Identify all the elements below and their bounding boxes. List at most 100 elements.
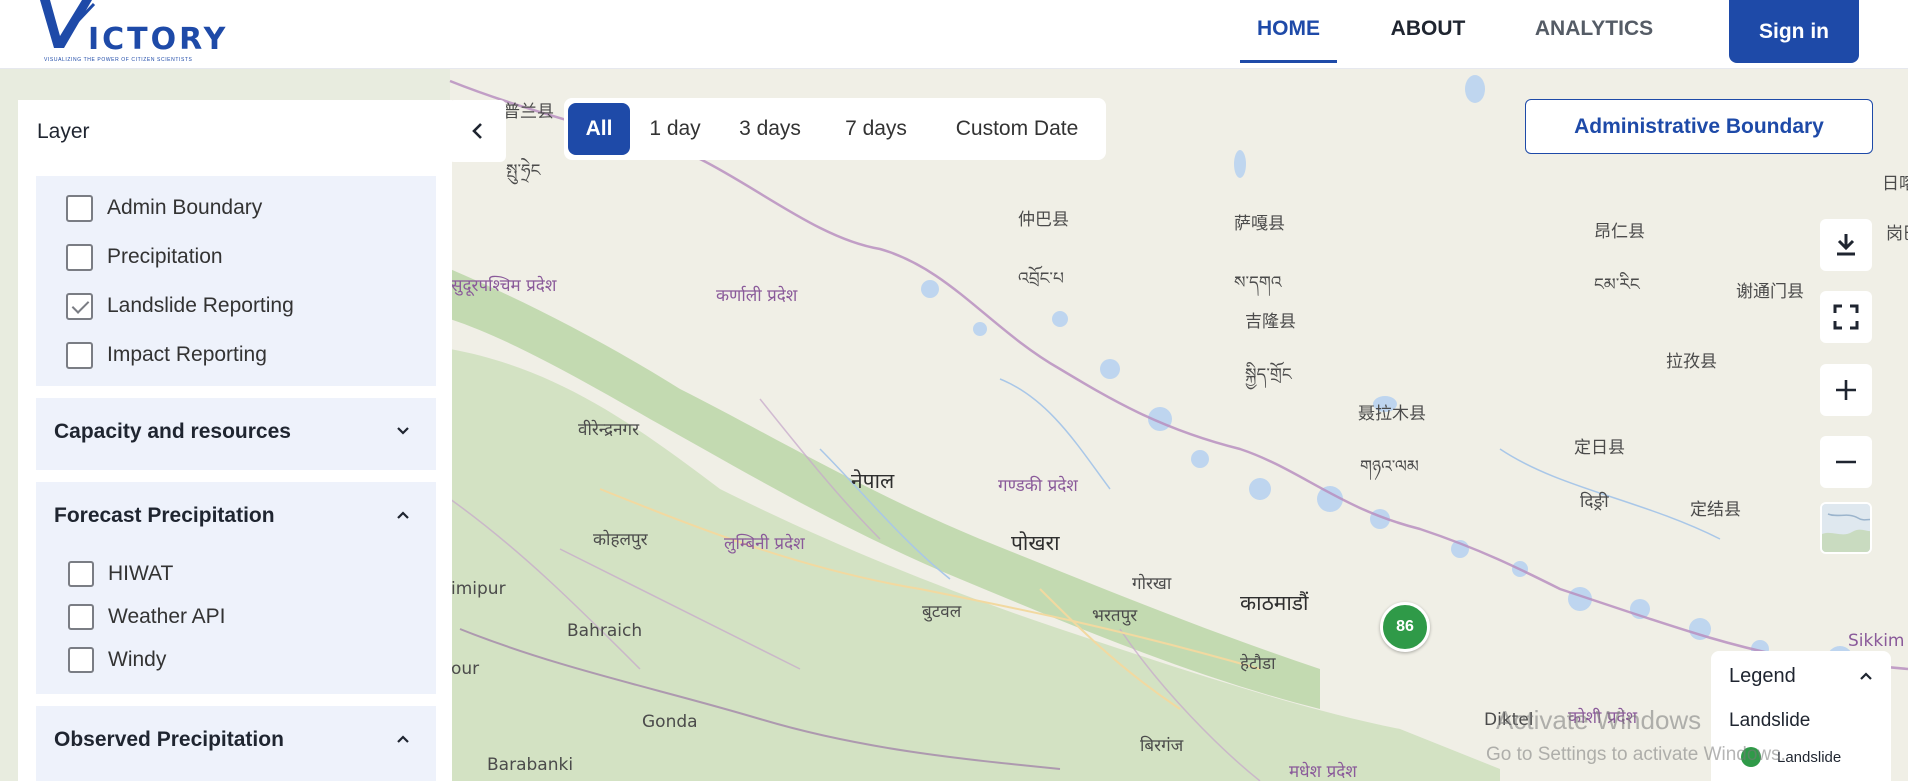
checkbox[interactable] <box>66 194 93 222</box>
place-label: 普兰县 <box>503 102 554 122</box>
filter-3-days[interactable]: 3 days <box>730 103 810 155</box>
basemap-switcher[interactable] <box>1820 502 1872 554</box>
place-label: 谢通门县 <box>1736 282 1804 302</box>
panel-title: Layer <box>37 120 90 143</box>
place-label: कर्णाली प्रदेश <box>716 286 798 306</box>
place-label: 定日县 <box>1574 438 1625 458</box>
chevron-up-icon[interactable] <box>1859 669 1873 683</box>
legend-title: Legend <box>1729 665 1796 687</box>
filter-custom-date[interactable]: Custom Date <box>942 103 1092 155</box>
place-label: འབྲོང་པ <box>1018 269 1064 289</box>
layer-admin-boundary[interactable]: Admin Boundary <box>66 192 262 224</box>
nav-home-label: HOME <box>1257 17 1320 40</box>
layer-landslide-reporting[interactable]: Landslide Reporting <box>66 290 294 322</box>
plus-icon <box>1836 380 1856 400</box>
checkbox[interactable] <box>66 243 93 271</box>
place-label: भरतपुर <box>1092 606 1138 626</box>
forecast-windy[interactable]: Windy <box>68 644 166 676</box>
place-label: 萨嘎县 <box>1234 214 1285 234</box>
sign-in-button[interactable]: Sign in <box>1729 0 1859 63</box>
victory-logo[interactable]: ICTORY VISUALIZING THE POWER OF CITIZEN … <box>38 0 228 66</box>
place-label: काठमाडौं <box>1240 591 1309 615</box>
place-label: वीरेन्द्रनगर <box>578 420 640 440</box>
forecast-hiwat[interactable]: HIWAT <box>68 558 173 590</box>
forecast-label: HIWAT <box>108 562 174 585</box>
logo-wordmark: ICTORY <box>88 22 229 57</box>
app-root: 普兰县 སྤུ་ཧྲེང 仲巴县 འབྲོང་པ 萨嘎县 ས་དགའ 吉隆县 ས… <box>0 0 1908 781</box>
place-label: Gonda <box>642 712 698 732</box>
forecast-label: Windy <box>108 648 167 671</box>
place-label: 拉孜县 <box>1666 352 1717 372</box>
checkbox-checked[interactable] <box>66 292 93 320</box>
legend-subtitle: Landslide <box>1729 710 1811 731</box>
place-label: སྤུ་ཧྲེང <box>506 161 541 181</box>
checkbox[interactable] <box>68 604 94 630</box>
place-label: 日喀 <box>1882 174 1908 194</box>
place-label: 吉隆县 <box>1245 312 1296 332</box>
place-label: གཉའ་ལམ <box>1360 457 1419 477</box>
zoom-in-button[interactable] <box>1820 364 1872 416</box>
section-title: Capacity and resources <box>54 420 291 443</box>
download-icon <box>1837 234 1855 256</box>
logo-tagline: VISUALIZING THE POWER OF CITIZEN SCIENTI… <box>44 57 193 63</box>
section-title: Observed Precipitation <box>54 728 284 751</box>
nav-analytics[interactable]: ANALYTICS <box>1530 17 1658 63</box>
place-label: लुम्बिनी प्रदेश <box>724 534 805 554</box>
layer-impact-reporting[interactable]: Impact Reporting <box>66 339 267 371</box>
fullscreen-icon <box>1833 304 1859 330</box>
place-label: imipur <box>451 579 506 599</box>
minus-icon <box>1836 460 1856 464</box>
place-label: कोहलपुर <box>593 530 648 550</box>
chevron-up-icon <box>397 735 409 743</box>
place-label: ངམ་རིང <box>1594 275 1640 295</box>
activate-windows-hint: Go to Settings to activate Windows. <box>1486 744 1786 765</box>
layer-panel: Layer Admin Boundary Precipitation Lands… <box>18 100 452 781</box>
place-label: Sikkim <box>1848 631 1905 651</box>
place-label: Barabanki <box>487 755 574 775</box>
collapse-panel-button[interactable] <box>448 100 506 162</box>
filter-all[interactable]: All <box>568 103 630 155</box>
top-header: ICTORY VISUALIZING THE POWER OF CITIZEN … <box>0 0 1908 69</box>
chevron-up-icon <box>397 511 409 519</box>
nav-analytics-label: ANALYTICS <box>1534 17 1654 40</box>
place-label: 定结县 <box>1690 500 1741 520</box>
zoom-out-button[interactable] <box>1820 436 1872 488</box>
administrative-boundary-button[interactable]: Administrative Boundary <box>1525 99 1873 154</box>
section-capacity-resources[interactable]: Capacity and resources <box>36 398 436 470</box>
chevron-down-icon <box>397 427 409 435</box>
landslide-cluster-marker[interactable]: 86 <box>1380 602 1430 652</box>
checkbox[interactable] <box>66 341 93 369</box>
layer-precipitation[interactable]: Precipitation <box>66 241 223 273</box>
section-forecast-precipitation[interactable]: Forecast Precipitation HIWAT Weather API… <box>36 482 436 694</box>
place-label: सुदूरपश्चिम प्रदेश <box>451 276 557 296</box>
basemap-thumbnail-icon <box>1822 504 1870 552</box>
layer-label: Impact Reporting <box>107 343 267 366</box>
download-button[interactable] <box>1820 219 1872 271</box>
nav-home[interactable]: HOME <box>1240 17 1337 63</box>
place-label: गण्डकी प्रदेश <box>998 476 1078 496</box>
nav-about-label: ABOUT <box>1390 17 1466 40</box>
place-label: སྐྱིད་གྲོང <box>1245 365 1292 385</box>
place-label: ས་དགའ <box>1234 273 1282 293</box>
fullscreen-button[interactable] <box>1820 291 1872 343</box>
checkbox[interactable] <box>68 647 94 673</box>
legend-item-label: Landslide <box>1777 749 1842 766</box>
date-filter-bar: All 1 day 3 days 7 days Custom Date <box>564 98 1106 160</box>
place-label: हेटौडा <box>1240 654 1276 674</box>
layer-label: Admin Boundary <box>107 196 263 219</box>
place-label: मधेश प्रदेश <box>1289 762 1357 781</box>
place-label: गोरखा <box>1132 574 1172 594</box>
layer-label: Precipitation <box>107 245 223 268</box>
layer-list: Admin Boundary Precipitation Landslide R… <box>36 176 436 386</box>
filter-7-days[interactable]: 7 days <box>836 103 916 155</box>
nav-about[interactable]: ABOUT <box>1378 17 1478 63</box>
section-observed-precipitation[interactable]: Observed Precipitation <box>36 706 436 781</box>
cluster-count: 86 <box>1396 618 1414 635</box>
place-label: 聂拉木县 <box>1358 404 1426 424</box>
place-label: पोखरा <box>1011 531 1060 555</box>
checkbox[interactable] <box>68 561 94 587</box>
place-label: बुटवल <box>922 602 962 622</box>
chevron-left-icon <box>472 123 482 139</box>
forecast-weather-api[interactable]: Weather API <box>68 601 226 633</box>
filter-1-day[interactable]: 1 day <box>644 103 706 155</box>
